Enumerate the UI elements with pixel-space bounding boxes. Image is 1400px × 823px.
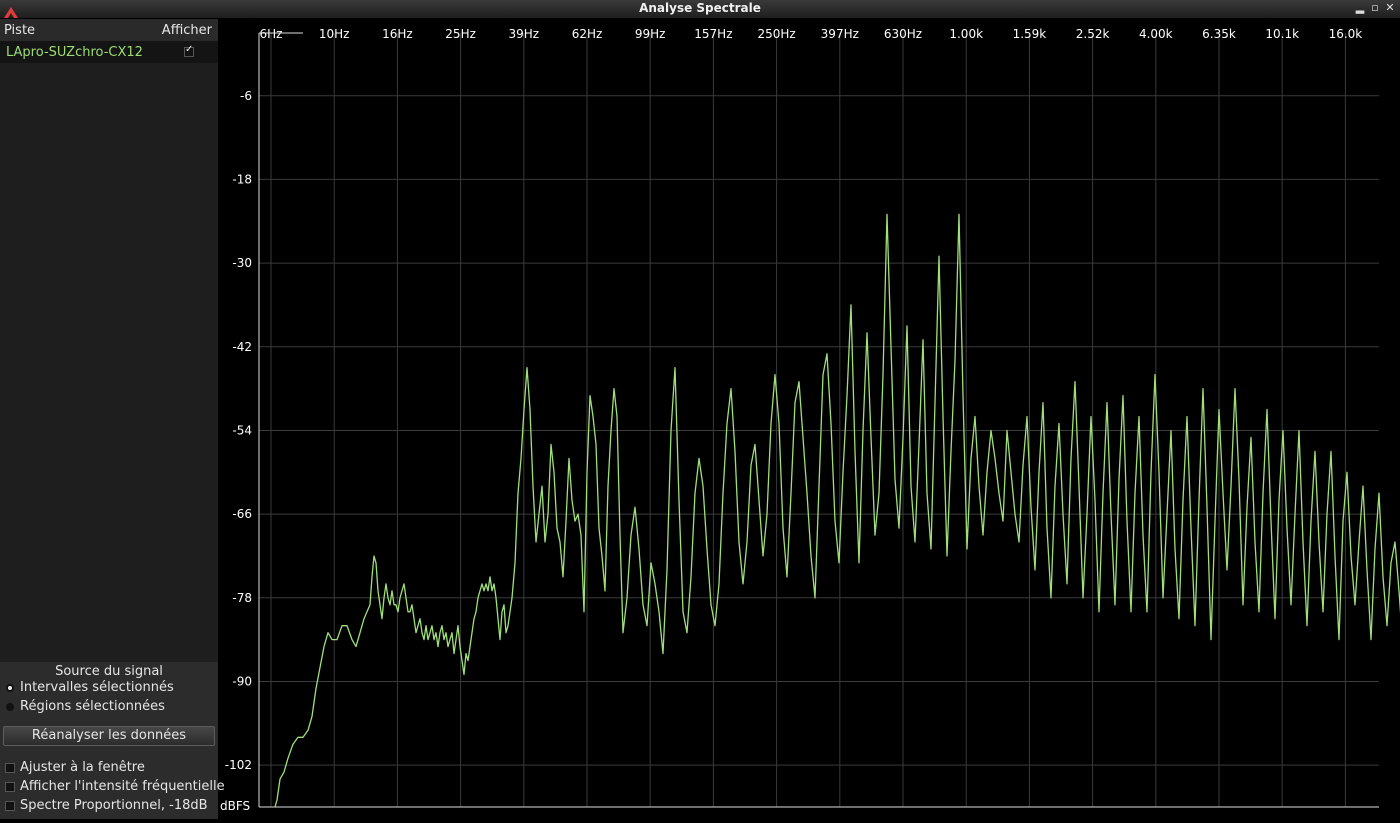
minimize-icon[interactable]: ▂ (1354, 1, 1366, 14)
selected-ranges-label[interactable]: Intervalles sélectionnés (20, 680, 174, 695)
y-tick-label: -6 (240, 89, 252, 103)
x-tick-label: 6Hz (260, 27, 283, 41)
x-tick-label: 25Hz (445, 27, 476, 41)
track-visible-checkbox[interactable] (184, 44, 194, 57)
show-frequency-power-checkbox[interactable] (5, 782, 15, 792)
sidebar: Piste Afficher LApro-SUZchro-CX12 Source… (0, 19, 225, 819)
column-track-header[interactable]: Piste (4, 23, 35, 38)
x-tick-label: 397Hz (821, 27, 859, 41)
maximize-icon[interactable]: ▫ (1369, 1, 1381, 14)
signal-source-title: Source du signal (55, 664, 163, 679)
y-tick-label: -66 (232, 507, 252, 521)
window-title: Analyse Spectrale (639, 1, 761, 15)
x-tick-label: 62Hz (572, 27, 603, 41)
selected-regions-label[interactable]: Régions sélectionnées (20, 699, 165, 714)
track-name: LApro-SUZchro-CX12 (6, 45, 143, 60)
reanalyze-button[interactable]: Réanalyser les données (3, 726, 215, 746)
x-tick-label: 99Hz (635, 27, 666, 41)
selected-regions-radio[interactable] (6, 703, 14, 711)
proportional-spectrum-checkbox[interactable] (5, 801, 15, 811)
title-bar[interactable]: Analyse Spectrale ▂ ▫ ✕ (0, 0, 1400, 19)
fit-window-checkbox[interactable] (5, 763, 15, 773)
y-tick-label: -54 (232, 423, 252, 437)
spectrum-series-line (274, 213, 1400, 808)
x-tick-label: 250Hz (757, 27, 795, 41)
x-tick-label: 16Hz (382, 27, 413, 41)
x-tick-label: 4.00k (1139, 27, 1173, 41)
x-tick-label: 10Hz (319, 27, 350, 41)
y-tick-label: -102 (225, 758, 252, 772)
track-row[interactable]: LApro-SUZchro-CX12 (0, 41, 218, 63)
track-table-header: Piste Afficher (0, 19, 218, 41)
y-tick-label: -30 (232, 256, 252, 270)
x-tick-label: 1.59k (1013, 27, 1047, 41)
x-tick-label: 1.00k (949, 27, 983, 41)
close-icon[interactable]: ✕ (1384, 1, 1396, 14)
y-tick-label: -78 (232, 591, 252, 605)
spectrum-plot: 6Hz 10Hz 16Hz 25Hz 39Hz 62Hz 99Hz 157Hz 250Hz 397… (220, 27, 1400, 813)
x-tick-label: 6.35k (1202, 27, 1236, 41)
y-tick-label: -42 (232, 340, 252, 354)
x-tick-label: 2.52k (1076, 27, 1110, 41)
y-tick-label: -90 (232, 674, 252, 688)
y-unit-label: dBFS (220, 799, 250, 813)
selected-ranges-radio[interactable] (6, 684, 14, 692)
x-tick-label: 16.0k (1329, 27, 1363, 41)
show-frequency-power-label[interactable]: Afficher l'intensité fréquentielle (20, 779, 225, 794)
x-tick-label: 630Hz (884, 27, 922, 41)
x-tick-label: 157Hz (694, 27, 732, 41)
column-show-header[interactable]: Afficher (162, 23, 212, 38)
proportional-spectrum-label[interactable]: Spectre Proportionnel, -18dB (20, 798, 208, 813)
signal-source-panel: Source du signal Intervalles sélectionné… (0, 662, 225, 819)
spectrum-graph[interactable]: 6Hz 10Hz 16Hz 25Hz 39Hz 62Hz 99Hz 157Hz 250Hz 397… (219, 19, 1400, 819)
x-tick-label: 39Hz (509, 27, 540, 41)
fit-window-label[interactable]: Ajuster à la fenêtre (20, 760, 145, 775)
x-tick-label: 10.1k (1265, 27, 1299, 41)
y-tick-label: -18 (232, 172, 252, 186)
